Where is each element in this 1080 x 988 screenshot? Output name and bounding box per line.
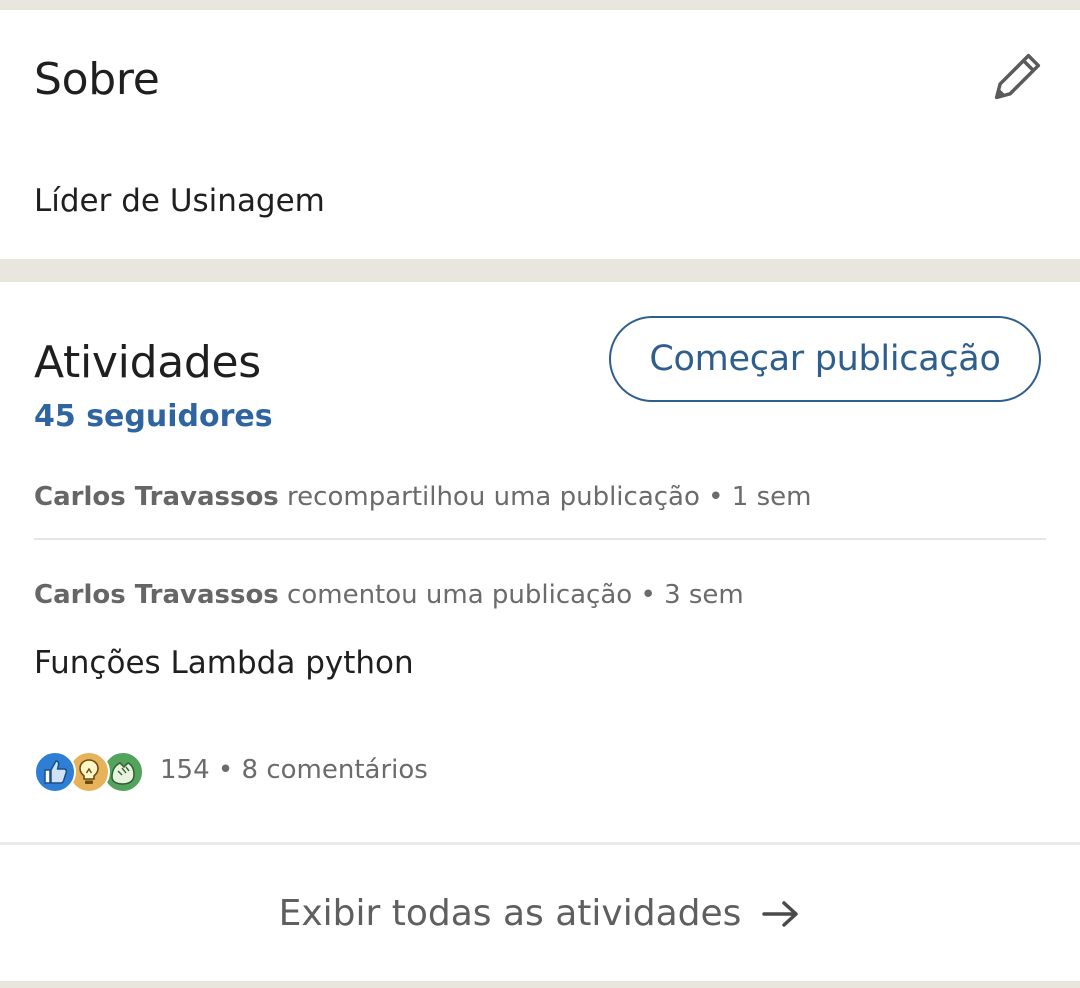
show-all-activity-button[interactable]: Exibir todas as atividades [0,846,1080,981]
reaction-count: 154 [160,755,210,785]
activity-actor[interactable]: Carlos Travassos [34,580,279,610]
reaction-icons [34,748,146,793]
activity-time: 3 sem [664,580,744,610]
post-title[interactable]: Funções Lambda python [34,648,414,679]
meta-separator: • [708,482,724,512]
activity-action: comentou uma publicação [287,580,633,610]
about-section: Sobre Líder de Usinagem [0,10,1080,259]
activity-title: Atividades [34,337,261,388]
reaction-stats[interactable]: 154 • 8 comentários [160,755,428,785]
reactions-row[interactable]: 154 • 8 comentários [34,748,428,793]
edit-about-button[interactable] [984,48,1046,110]
about-text: Líder de Usinagem [34,183,325,219]
followers-link[interactable]: 45 seguidores [34,402,273,432]
stats-separator: • [217,755,234,785]
activity-meta: Carlos Travassos comentou uma publicação… [34,582,744,608]
divider [0,842,1080,845]
show-all-label: Exibir todas as atividades [278,893,742,934]
like-reaction-icon [34,751,76,793]
pencil-icon [994,53,1041,100]
arrow-right-icon [761,898,801,930]
activity-meta: Carlos Travassos recompartilhou uma publ… [34,484,811,510]
activity-action: recompartilhou uma publicação [287,482,700,512]
meta-separator: • [640,580,656,610]
activity-section: Atividades 45 seguidores Começar publica… [0,282,1080,981]
activity-actor[interactable]: Carlos Travassos [34,482,279,512]
activity-time: 1 sem [731,482,812,512]
about-title: Sobre [34,54,160,105]
comment-count: 8 comentários [241,755,428,785]
start-post-button[interactable]: Começar publicação [609,316,1041,402]
divider [34,538,1046,540]
